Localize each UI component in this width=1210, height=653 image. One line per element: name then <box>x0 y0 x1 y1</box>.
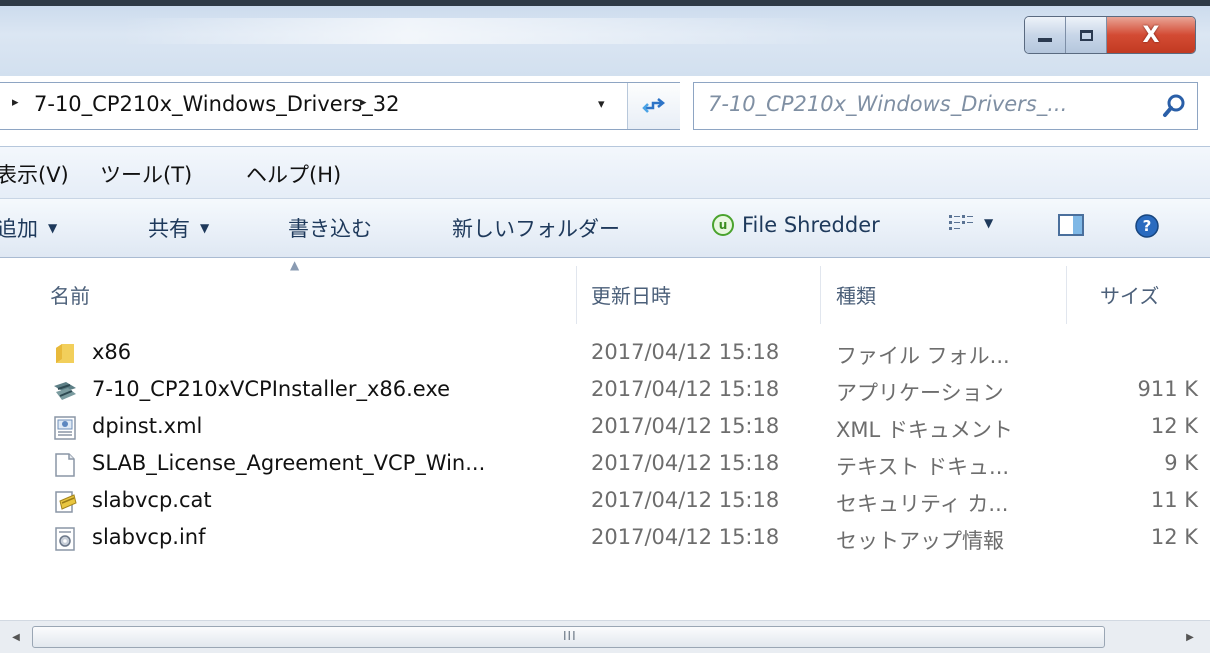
maximize-button[interactable] <box>1066 17 1107 53</box>
explorer-window: X ▸ 7-10_CP210x_Windows_Drivers_32 ▸ ▾ 7… <box>0 0 1210 653</box>
search-placeholder: 7-10_CP210x_Windows_Drivers_... <box>708 92 1068 116</box>
search-box[interactable]: 7-10_CP210x_Windows_Drivers_... <box>693 82 1198 130</box>
new-folder-label: 新しいフォルダー <box>452 217 620 241</box>
security-catalog-icon <box>55 491 77 513</box>
text-file-icon <box>55 453 75 477</box>
file-size: 11 K <box>1150 488 1198 512</box>
file-modified: 2017/04/12 15:18 <box>591 377 780 401</box>
svg-text:?: ? <box>1143 217 1152 235</box>
file-shredder-button[interactable]: u File Shredder <box>712 213 880 237</box>
maximize-icon <box>1079 29 1093 41</box>
scrollbar-grip: III <box>563 629 577 643</box>
scrollbar-thumb[interactable]: III <box>32 626 1105 648</box>
file-type: アプリケーション <box>836 381 1004 405</box>
search-icon[interactable] <box>1161 93 1187 119</box>
column-header-name[interactable]: 名前 <box>50 280 90 309</box>
file-size: 911 K <box>1137 377 1198 401</box>
column-header-size[interactable]: サイズ <box>1100 280 1159 309</box>
file-row[interactable]: x86 2017/04/12 15:18 ファイル フォル... <box>0 336 1210 373</box>
file-type: テキスト ドキュ... <box>836 455 1010 479</box>
chevron-down-icon: ▼ <box>984 216 994 230</box>
close-icon: X <box>1142 22 1160 48</box>
column-header-row: ▲ 名前 更新日時 種類 サイズ <box>0 258 1210 328</box>
add-to-library-label: 追加 <box>0 217 38 241</box>
file-modified: 2017/04/12 15:18 <box>591 525 780 549</box>
menu-view[interactable]: 表示(V) <box>0 159 69 189</box>
file-size: 12 K <box>1150 525 1198 549</box>
share-label: 共有 <box>148 217 190 241</box>
file-name: dpinst.xml <box>92 414 203 438</box>
help-icon: ? <box>1135 214 1159 238</box>
file-type: XML ドキュメント <box>836 418 1013 442</box>
caption-buttons: X <box>1024 16 1196 54</box>
file-name: slabvcp.cat <box>92 488 212 512</box>
view-list-icon <box>949 215 973 230</box>
file-name: 7-10_CP210xVCPInstaller_x86.exe <box>92 377 451 401</box>
window-frame-edge <box>0 0 1210 6</box>
new-folder-button[interactable]: 新しいフォルダー <box>452 213 620 243</box>
column-divider[interactable] <box>1066 266 1067 324</box>
refresh-button[interactable] <box>627 83 680 129</box>
installer-icon <box>54 382 76 400</box>
folder-icon <box>56 344 74 363</box>
file-name: slabvcp.inf <box>92 525 206 549</box>
column-header-modified[interactable]: 更新日時 <box>591 280 671 309</box>
title-bar[interactable]: X <box>0 0 1210 76</box>
file-type: セットアップ情報 <box>836 529 1004 553</box>
command-bar: 追加 ▼ 共有 ▼ 書き込む 新しいフォルダー u File Shredder <box>0 198 1210 258</box>
file-row[interactable]: 7-10_CP210xVCPInstaller_x86.exe 2017/04/… <box>0 373 1210 410</box>
breadcrumb-chevron-icon[interactable]: ▸ <box>12 95 19 110</box>
minimize-button[interactable] <box>1025 17 1066 53</box>
help-button[interactable]: ? <box>1134 213 1160 239</box>
menu-bar: 表示(V) ツール(T) ヘルプ(H) <box>0 146 1210 199</box>
file-size: 9 K <box>1164 451 1198 475</box>
file-shredder-label: File Shredder <box>742 213 880 237</box>
breadcrumb-next-chevron-icon[interactable]: ▸ <box>360 95 367 110</box>
burn-label: 書き込む <box>288 217 372 241</box>
file-modified: 2017/04/12 15:18 <box>591 414 780 438</box>
menu-help[interactable]: ヘルプ(H) <box>246 159 341 189</box>
file-modified: 2017/04/12 15:18 <box>591 451 780 475</box>
file-row[interactable]: dpinst.xml 2017/04/12 15:18 XML ドキュメント 1… <box>0 410 1210 447</box>
xml-file-icon <box>54 416 76 440</box>
breadcrumb-current-folder[interactable]: 7-10_CP210x_Windows_Drivers_32 <box>34 92 400 116</box>
glass-glare <box>120 18 840 44</box>
file-row[interactable]: SLAB_License_Agreement_VCP_Win... 2017/0… <box>0 447 1210 484</box>
preview-pane-button[interactable] <box>1058 213 1084 237</box>
file-modified: 2017/04/12 15:18 <box>591 340 780 364</box>
column-header-type[interactable]: 種類 <box>836 280 876 309</box>
close-button[interactable]: X <box>1107 17 1195 53</box>
scroll-left-button[interactable]: ◀ <box>6 627 26 647</box>
chevron-down-icon: ▼ <box>200 221 210 235</box>
sort-ascending-icon: ▲ <box>290 258 300 272</box>
minimize-icon <box>1038 38 1052 42</box>
file-type: ファイル フォル... <box>836 344 1010 368</box>
setup-info-icon <box>55 527 75 551</box>
preview-pane-icon <box>1058 214 1084 236</box>
file-type: セキュリティ カ... <box>836 492 1009 516</box>
column-divider[interactable] <box>820 266 821 324</box>
change-view-button[interactable]: ▼ <box>948 213 993 233</box>
share-button[interactable]: 共有 ▼ <box>148 213 209 243</box>
file-name: x86 <box>92 340 132 364</box>
horizontal-scrollbar[interactable]: ◀ III ▶ <box>0 620 1210 653</box>
column-divider[interactable] <box>576 266 577 324</box>
file-shredder-icon: u <box>712 214 734 236</box>
menu-tools[interactable]: ツール(T) <box>100 159 192 189</box>
file-name: SLAB_License_Agreement_VCP_Win... <box>92 451 486 475</box>
refresh-icon <box>642 98 666 113</box>
burn-button[interactable]: 書き込む <box>288 213 372 243</box>
file-size: 12 K <box>1150 414 1198 438</box>
scroll-right-button[interactable]: ▶ <box>1180 627 1200 647</box>
file-row[interactable]: slabvcp.inf 2017/04/12 15:18 セットアップ情報 12… <box>0 521 1210 558</box>
file-modified: 2017/04/12 15:18 <box>591 488 780 512</box>
add-to-library-button[interactable]: 追加 ▼ <box>0 213 57 243</box>
address-bar[interactable]: ▸ 7-10_CP210x_Windows_Drivers_32 ▸ ▾ <box>0 82 680 130</box>
chevron-down-icon: ▼ <box>48 221 58 235</box>
file-row[interactable]: slabvcp.cat 2017/04/12 15:18 セキュリティ カ...… <box>0 484 1210 521</box>
address-history-dropdown-icon[interactable]: ▾ <box>598 97 605 112</box>
